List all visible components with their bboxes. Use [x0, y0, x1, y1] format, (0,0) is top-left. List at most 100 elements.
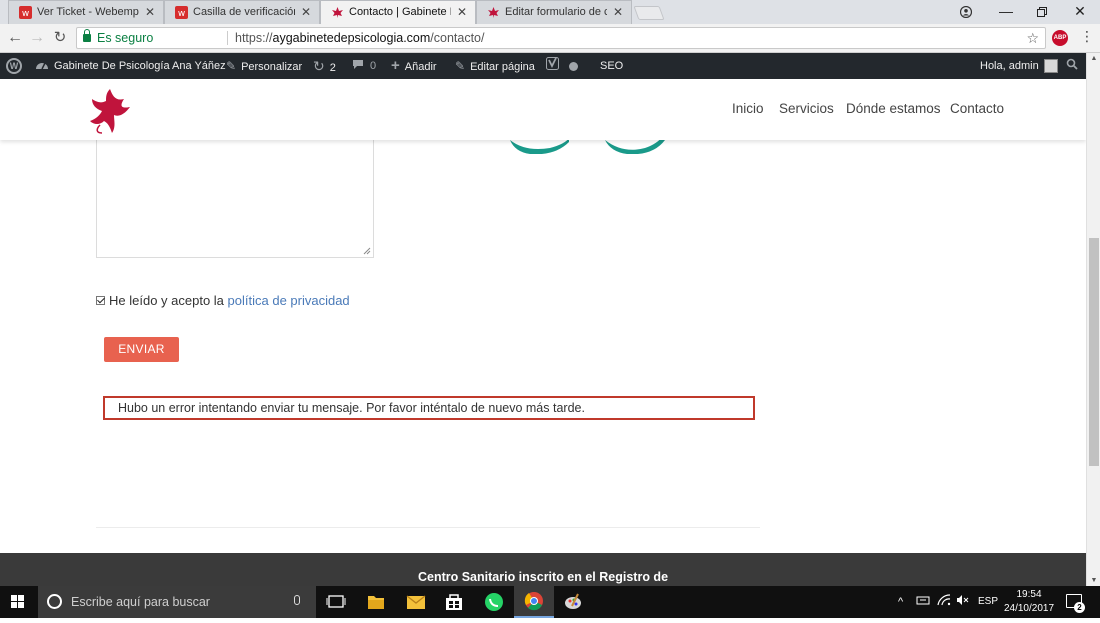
language-indicator[interactable]: ESP [978, 586, 998, 618]
submit-button[interactable]: ENVIAR [104, 337, 179, 362]
browser-tab[interactable]: w Casilla de verificación ✕ [164, 0, 320, 24]
task-view-icon[interactable] [316, 586, 356, 618]
nav-donde-estamos[interactable]: Dónde estamos [846, 101, 941, 116]
close-icon[interactable]: ✕ [301, 1, 311, 24]
scroll-thumb[interactable] [1089, 238, 1099, 466]
close-icon[interactable]: ✕ [145, 1, 155, 24]
browser-tab[interactable]: Editar formulario de contacto ✕ [476, 0, 632, 24]
webempresa-icon: w [19, 6, 32, 19]
message-textarea[interactable] [96, 134, 374, 258]
browser-menu-icon[interactable]: ⋮ [1080, 28, 1094, 45]
nav-servicios[interactable]: Servicios [779, 101, 834, 116]
customize-label: Personalizar [241, 61, 303, 73]
store-icon[interactable] [434, 586, 474, 618]
close-icon[interactable]: ✕ [457, 1, 467, 24]
nav-contacto[interactable]: Contacto [950, 101, 1004, 116]
microphone-icon[interactable] [294, 595, 300, 605]
privacy-checkbox[interactable] [96, 296, 105, 305]
url-separator [227, 31, 228, 45]
tray-chevron-icon[interactable]: ^ [898, 586, 903, 618]
footer-divider [96, 527, 760, 528]
resize-handle-icon[interactable] [363, 247, 371, 255]
chrome-icon[interactable] [514, 586, 554, 618]
url-path: /contacto/ [430, 31, 485, 45]
maple-leaf-icon [332, 7, 343, 18]
greeting-label: Hola, admin [980, 60, 1039, 72]
webempresa-icon: w [175, 6, 188, 19]
url-scheme: https:// [235, 31, 273, 45]
admin-bar-site-name[interactable]: Gabinete De Psicología Ana Yáñez [35, 53, 226, 79]
windows-start-icon[interactable] [11, 595, 25, 609]
admin-bar-seo[interactable]: SEO [600, 53, 623, 79]
site-footer: Centro Sanitario inscrito en el Registro… [0, 553, 1086, 586]
comment-bubble-icon [353, 60, 363, 69]
admin-bar-edit-page[interactable]: ✎ Editar página [455, 53, 535, 79]
scroll-up-arrow-icon[interactable]: ▲ [1087, 55, 1100, 62]
privacy-policy-link[interactable]: política de privacidad [228, 293, 350, 308]
search-icon [1066, 58, 1078, 70]
taskbar-search[interactable]: Escribe aquí para buscar [38, 586, 316, 618]
admin-bar-yoast[interactable] [546, 53, 578, 79]
seo-status-dot [569, 61, 578, 71]
windows-taskbar: Escribe aquí para buscar ^ ESP 19:54 24/… [0, 586, 1100, 618]
url-host: aygabinetedepsicologia.com [272, 31, 431, 45]
url-text[interactable]: https://aygabinetedepsicologia.com/conta… [235, 28, 484, 48]
scroll-down-arrow-icon[interactable]: ▼ [1087, 577, 1100, 584]
browser-tab-active[interactable]: Contacto | Gabinete De Psicología ✕ [320, 0, 476, 24]
svg-text:w: w [22, 9, 29, 19]
browser-toolbar: ← → ↻ Es seguro https://aygabinetedepsic… [0, 24, 1100, 53]
tray-network-adapter-icon[interactable] [916, 586, 930, 618]
site-logo[interactable] [86, 85, 134, 135]
bookmark-star-icon[interactable]: ☆ [1026, 28, 1039, 48]
wifi-icon[interactable] [937, 586, 951, 618]
back-arrow-icon[interactable]: ← [5, 28, 25, 48]
reload-icon[interactable]: ↻ [50, 28, 70, 48]
browser-tab[interactable]: w Ver Ticket - Webempresa ✕ [8, 0, 164, 24]
wp-admin-bar: W Gabinete De Psicología Ana Yáñez ✎ Pers… [0, 53, 1100, 79]
taskbar-clock[interactable]: 19:54 24/10/2017 [1000, 588, 1058, 616]
mail-folder-icon[interactable] [396, 586, 436, 618]
secure-indicator[interactable]: Es seguro [83, 28, 153, 48]
secure-label: Es seguro [97, 31, 154, 45]
window-close-icon[interactable]: ✕ [1062, 0, 1098, 24]
admin-bar-account[interactable]: Hola, admin [980, 53, 1058, 79]
volume-muted-icon[interactable] [956, 586, 970, 618]
comments-count: 0 [370, 60, 377, 72]
wordpress-logo-icon[interactable]: W [6, 58, 22, 74]
admin-bar-comments[interactable]: 0 [352, 53, 376, 79]
edit-page-label: Editar página [470, 61, 535, 73]
dashboard-icon [36, 62, 48, 70]
privacy-consent: He leído y acepto la política de privaci… [96, 293, 350, 308]
paint-app-icon[interactable] [554, 586, 594, 618]
close-icon[interactable]: ✕ [613, 1, 623, 24]
forward-arrow-icon[interactable]: → [27, 28, 47, 48]
new-tab-button[interactable] [633, 6, 665, 20]
yoast-icon [546, 57, 559, 70]
clock-time: 19:54 [1016, 589, 1042, 600]
site-header: Inicio Servicios Dónde estamos Contacto [0, 79, 1086, 140]
whatsapp-icon[interactable] [474, 586, 514, 618]
site-name-label: Gabinete De Psicología Ana Yáñez [54, 60, 226, 72]
file-explorer-icon[interactable] [356, 586, 396, 618]
minimize-icon[interactable]: — [988, 0, 1024, 24]
page-scrollbar[interactable]: ▲ ▼ [1086, 53, 1100, 586]
notification-count-badge: 2 [1074, 602, 1085, 613]
restore-icon[interactable] [1024, 0, 1060, 24]
tab-title: Ver Ticket - Webempresa [37, 6, 139, 18]
address-bar[interactable]: Es seguro https://aygabinetedepsicologia… [76, 27, 1046, 49]
admin-bar-updates[interactable]: ↻ 2 [313, 53, 336, 79]
maple-leaf-icon [488, 7, 499, 18]
plus-icon: + [391, 57, 400, 74]
lock-icon [83, 29, 91, 42]
adblock-plus-icon[interactable]: ABP [1052, 30, 1068, 46]
admin-bar-customize[interactable]: ✎ Personalizar [226, 53, 302, 79]
nav-inicio[interactable]: Inicio [732, 101, 764, 116]
admin-bar-add-new[interactable]: + Añadir [391, 53, 437, 79]
profile-icon[interactable] [948, 0, 984, 24]
error-message: Hubo un error intentando enviar tu mensa… [103, 396, 755, 420]
search-placeholder: Escribe aquí para buscar [71, 595, 210, 609]
admin-bar-search[interactable] [1066, 53, 1078, 79]
pencil-icon: ✎ [455, 59, 466, 73]
page-viewport: Inicio Servicios Dónde estamos Contacto … [0, 79, 1086, 586]
cortana-icon [47, 594, 62, 609]
